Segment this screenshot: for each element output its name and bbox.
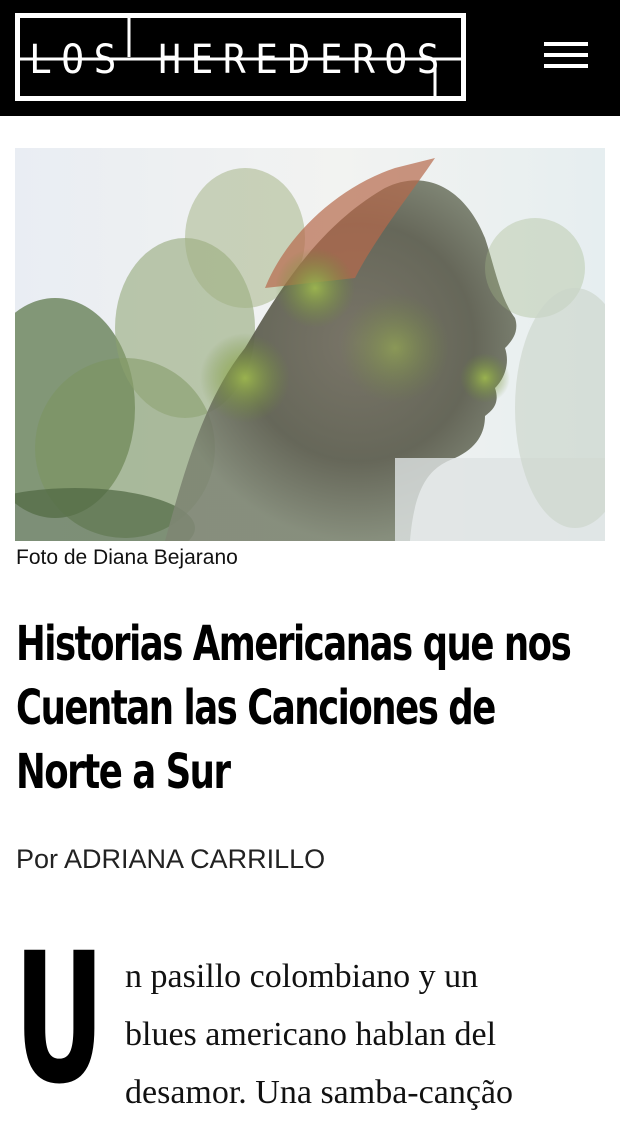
hamburger-menu-icon[interactable] (538, 38, 594, 72)
menu-bar-2 (544, 53, 588, 57)
body-line: desamor. Una samba-canção (125, 1074, 513, 1111)
article-byline: Por ADRIANA CARRILLO (16, 844, 326, 874)
photo-caption: Foto de Diana Bejarano (16, 546, 238, 569)
article-title-line: Historias Americanas que nos (16, 616, 572, 672)
los-herederos-logo[interactable]: LOS HEREDEROS (15, 13, 466, 101)
menu-bar-1 (544, 42, 588, 46)
site-header: LOS HEREDEROS (0, 0, 620, 116)
drop-cap: U (14, 915, 105, 1124)
menu-bar-3 (544, 64, 588, 68)
body-line: blues americano hablan del (125, 1016, 497, 1053)
article-title: Historias Americanas que nos Cuentan las… (16, 612, 608, 804)
hero-photo (15, 148, 605, 541)
article-title-line: Cuentan las Canciones de (16, 680, 496, 736)
article-title-line: Norte a Sur (16, 744, 231, 800)
body-line: n pasillo colombiano y un (125, 958, 479, 995)
article-body: n pasillo colombiano y un blues american… (125, 948, 605, 1122)
